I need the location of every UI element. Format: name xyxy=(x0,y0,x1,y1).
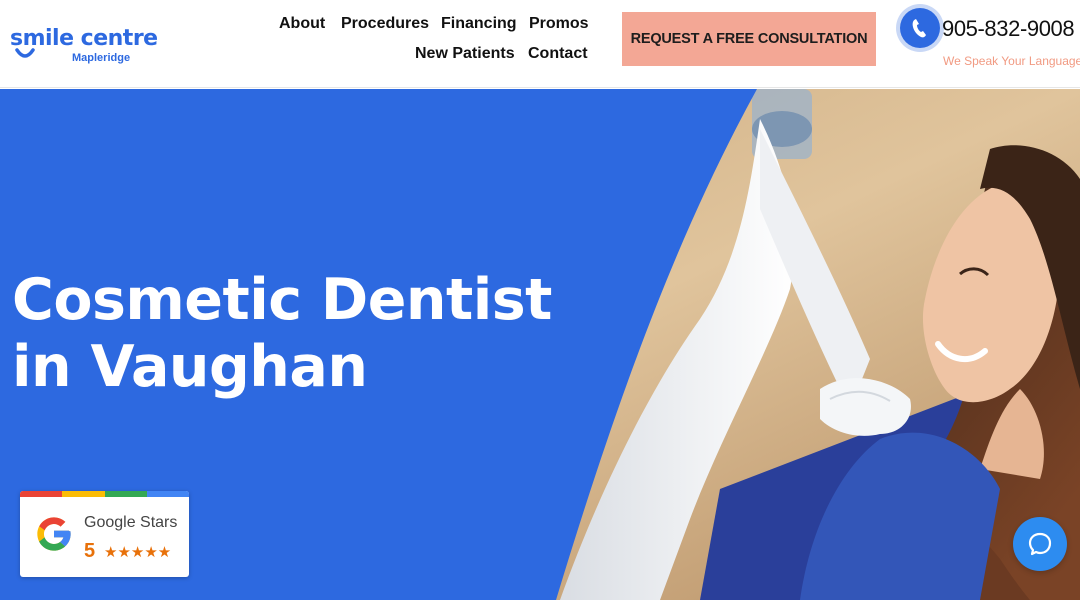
site-header: smile centre Mapleridge About Procedures… xyxy=(0,0,1080,88)
google-rating-badge[interactable]: Google Stars 5 ★★★★★ xyxy=(20,491,189,577)
request-consultation-button[interactable]: REQUEST A FREE CONSULTATION xyxy=(622,12,876,66)
phone-glyph-icon xyxy=(912,19,926,38)
google-color-bar xyxy=(20,491,189,497)
google-logo-icon xyxy=(37,517,71,551)
nav-new-patients[interactable]: New Patients xyxy=(415,45,515,63)
google-stars-label: Google Stars xyxy=(84,514,178,531)
nav-procedures[interactable]: Procedures xyxy=(341,15,429,33)
language-tagline: We Speak Your Language xyxy=(943,54,1080,68)
chat-icon xyxy=(1028,532,1052,556)
chat-button[interactable] xyxy=(1013,517,1067,571)
logo-location: Mapleridge xyxy=(72,52,131,64)
smile-logo-icon xyxy=(15,48,35,58)
nav-about[interactable]: About xyxy=(279,15,325,33)
google-rating-score: 5 xyxy=(84,540,96,562)
nav-financing[interactable]: Financing xyxy=(441,15,517,33)
phone-icon[interactable] xyxy=(900,8,940,48)
nav-promos[interactable]: Promos xyxy=(529,15,589,33)
star-rating-icons: ★★★★★ xyxy=(104,544,172,561)
hero-title: Cosmetic Dentist in Vaughan xyxy=(12,267,552,400)
nav-contact[interactable]: Contact xyxy=(528,45,588,63)
phone-number-link[interactable]: 905-832-9008 xyxy=(942,16,1075,42)
logo[interactable]: smile centre Mapleridge xyxy=(10,26,158,66)
